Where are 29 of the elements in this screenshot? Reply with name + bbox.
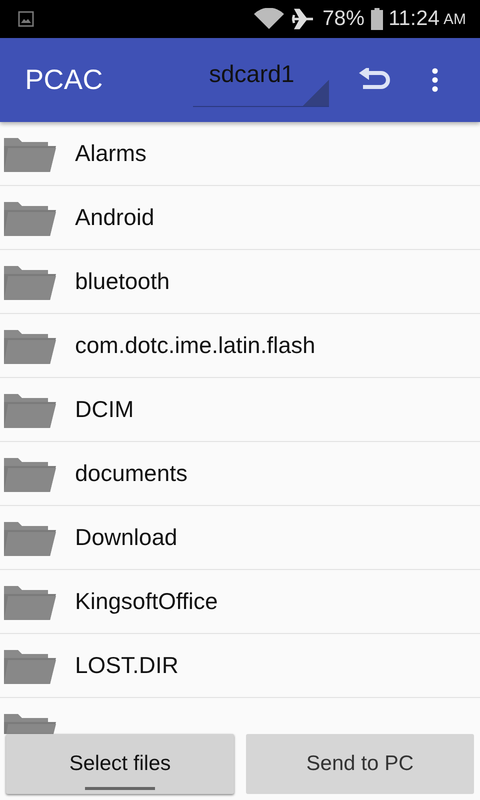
overflow-menu-icon[interactable] (432, 68, 438, 92)
action-button[interactable]: Send to PC (246, 734, 474, 794)
folder-name: KingsoftOffice (75, 588, 218, 615)
folder-name: Alarms (75, 140, 147, 167)
folder-row[interactable]: Android (0, 186, 480, 250)
folder-name: com.dotc.ime.latin.flash (75, 332, 316, 359)
battery-icon (370, 8, 382, 30)
folder-row[interactable]: Alarms (0, 122, 480, 186)
app-title: PCAC (25, 64, 104, 96)
folder-row[interactable]: documents (0, 442, 480, 506)
clock-time: 11:24 (388, 7, 440, 31)
folder-row[interactable]: com.dotc.ime.latin.flash (0, 314, 480, 378)
folder-name: LOST.DIR (75, 652, 179, 679)
folder-row[interactable]: LOST.DIR (0, 634, 480, 698)
wifi-icon (254, 8, 284, 30)
folder-name: DCIM (75, 396, 134, 423)
image-icon (18, 11, 34, 27)
undo-icon[interactable] (359, 68, 391, 92)
folder-row[interactable]: DCIM (0, 378, 480, 442)
folder-row[interactable]: bluetooth (0, 250, 480, 314)
folder-name: bluetooth (75, 268, 170, 295)
folder-name: documents (75, 460, 188, 487)
battery-percent: 78% (322, 7, 364, 31)
action-button[interactable]: Select files (6, 734, 234, 794)
folder-row[interactable]: KingsoftOffice (0, 570, 480, 634)
folder-name: Download (75, 524, 178, 551)
folder-row[interactable]: Download (0, 506, 480, 570)
folder-name: Android (75, 204, 154, 231)
clock-ampm: AM (444, 10, 466, 28)
